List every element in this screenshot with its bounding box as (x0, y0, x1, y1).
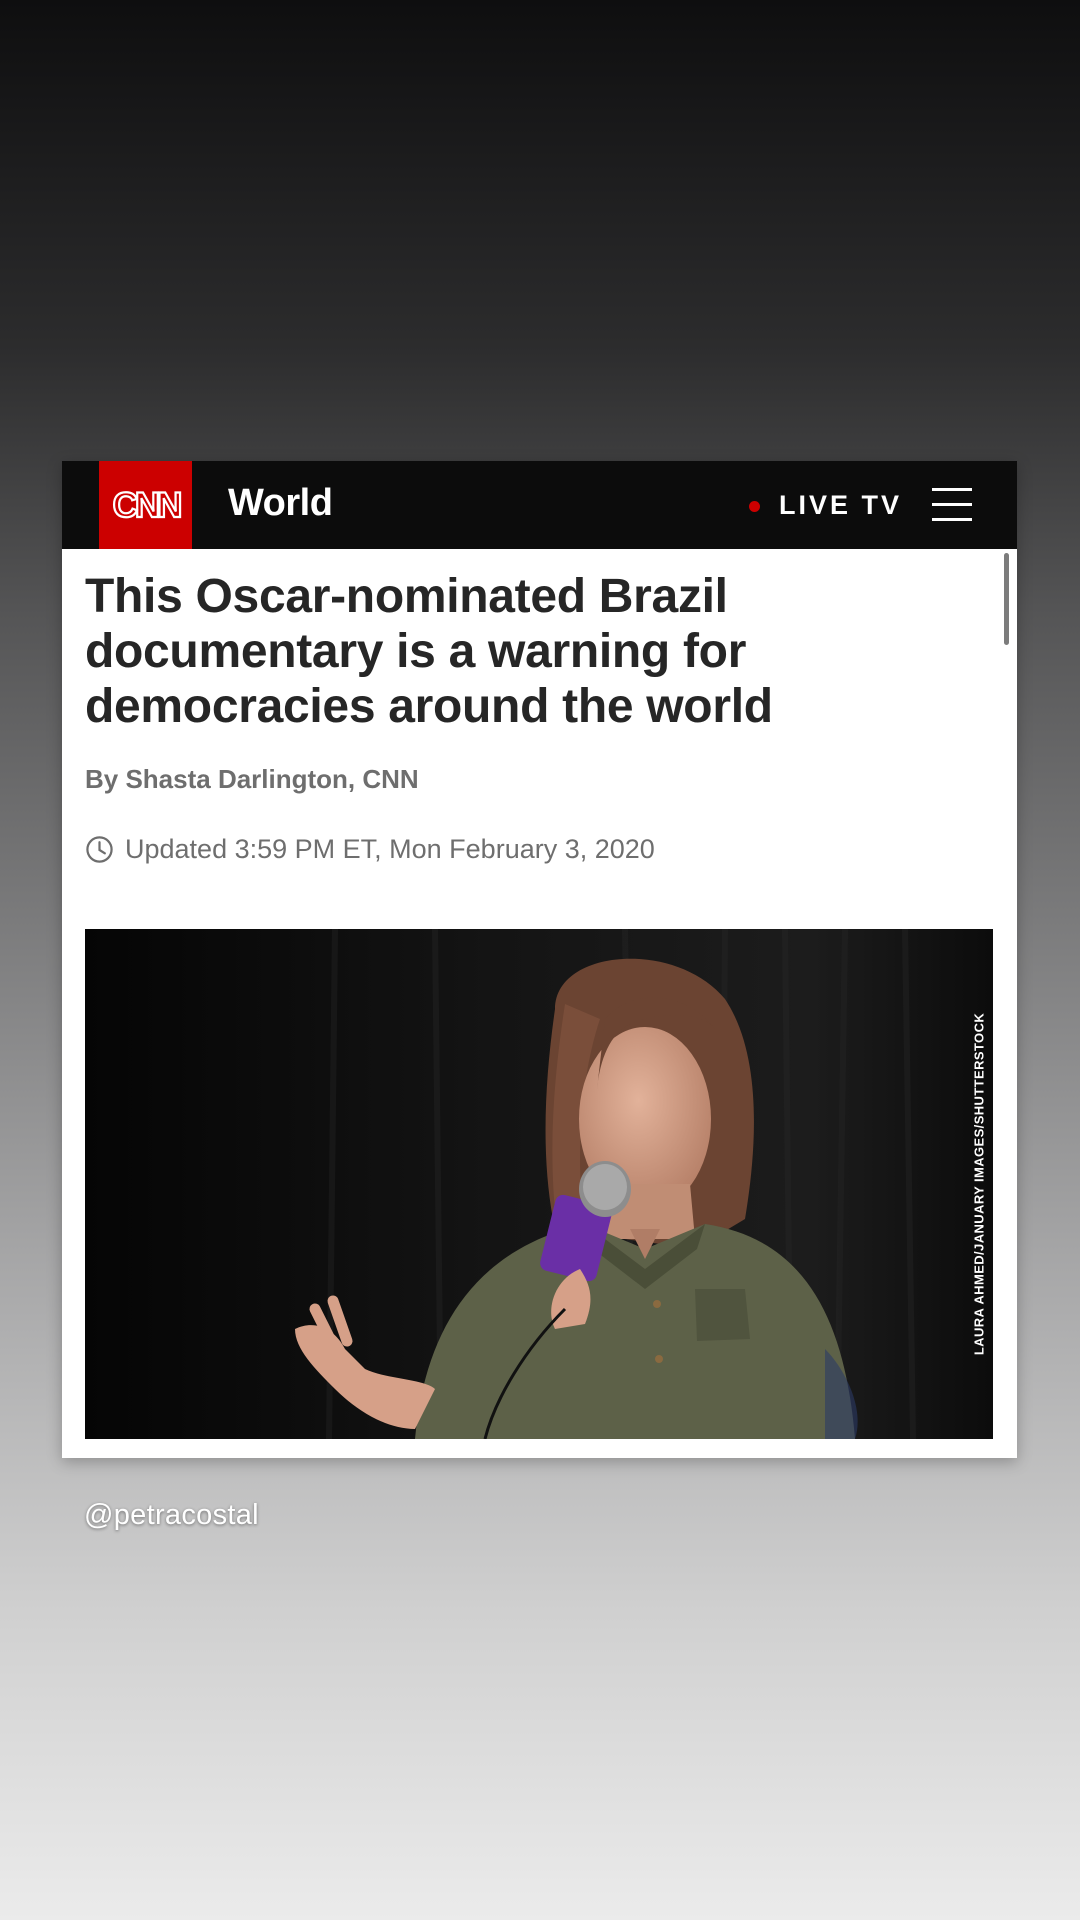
scrollbar-thumb[interactable] (1004, 553, 1009, 645)
article-photo-image (85, 929, 993, 1439)
photo-credit: LAURA AHMED/JANUARY IMAGES/SHUTTERSTOCK (971, 1012, 987, 1356)
live-indicator-dot (749, 501, 760, 512)
article-byline: By Shasta Darlington, CNN (85, 764, 419, 794)
cnn-navbar: CNN World LIVE TV (62, 461, 1017, 549)
section-title[interactable]: World (228, 481, 333, 525)
clock-icon (86, 835, 113, 863)
hamburger-menu-icon[interactable] (932, 485, 972, 525)
article-card: CNN World LIVE TV This Oscar-nominated B… (62, 461, 1017, 1458)
cnn-logo[interactable]: CNN (99, 461, 192, 549)
article-photo[interactable]: LAURA AHMED/JANUARY IMAGES/SHUTTERSTOCK (85, 929, 993, 1439)
live-tv-link[interactable]: LIVE TV (779, 489, 902, 521)
article-headline[interactable]: This Oscar-nominated Brazil documentary … (85, 569, 965, 734)
updated-text: Updated 3:59 PM ET, Mon February 3, 2020 (125, 834, 655, 864)
cnn-logo-mark: CNN (111, 485, 184, 525)
article-timestamp: Updated 3:59 PM ET, Mon February 3, 2020 (85, 833, 655, 865)
mention-tag[interactable]: @petracostal (84, 1498, 259, 1532)
svg-text:CNN: CNN (112, 486, 180, 525)
